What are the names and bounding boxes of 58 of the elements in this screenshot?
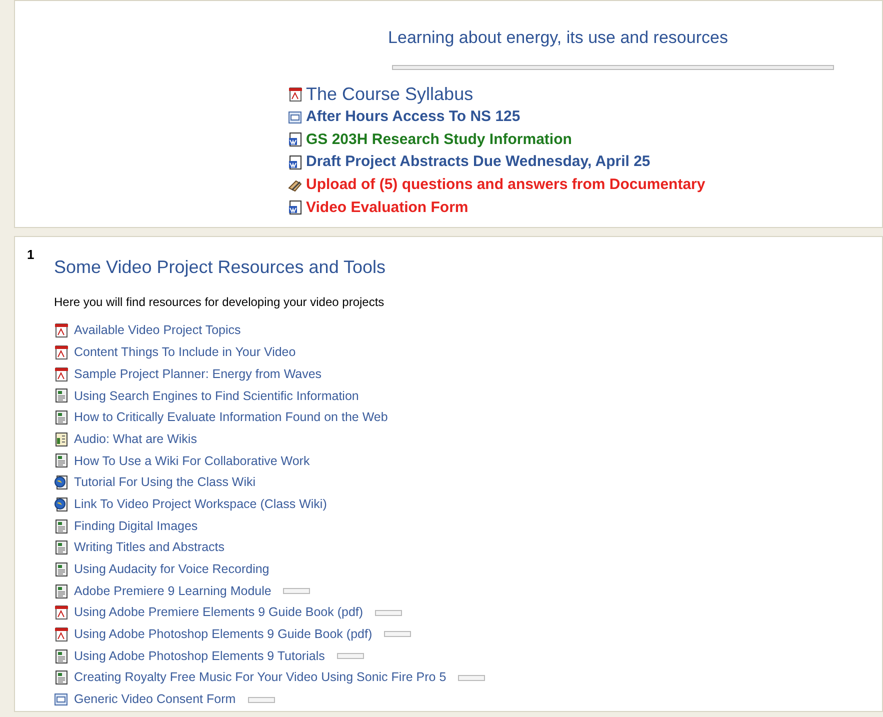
resource-link[interactable]: Using Adobe Photoshop Elements 9 Tutorials	[74, 646, 325, 666]
page-icon	[54, 518, 69, 534]
word-document-icon	[288, 132, 303, 148]
pdf-icon	[54, 345, 69, 360]
page-icon	[54, 670, 69, 686]
document-icon	[54, 692, 69, 708]
page-icon	[54, 648, 69, 664]
section-number: 1	[27, 246, 36, 264]
blank-tag	[336, 653, 364, 660]
resource-link[interactable]: GS 203H Research Study Information	[306, 128, 572, 152]
resource-link[interactable]: Generic Video Consent Form	[74, 690, 236, 709]
resource-link[interactable]: Writing Titles and Abstracts	[74, 538, 225, 558]
resource-link[interactable]: After Hours Access To NS 125	[306, 106, 520, 129]
globe-page-icon	[54, 496, 69, 512]
page-icon	[54, 410, 69, 426]
pdf-icon	[54, 626, 69, 642]
resource-link[interactable]: Using Audacity for Voice Recording	[74, 560, 270, 579]
pdf-icon	[54, 605, 69, 620]
resource-link[interactable]: Tutorial For Using the Class Wiki	[74, 473, 256, 492]
hand-pencil-icon	[288, 178, 303, 193]
page-icon	[54, 562, 69, 577]
resource-link[interactable]: Upload of (5) questions and answers from Documentary	[306, 174, 706, 196]
blank-tag	[458, 674, 486, 681]
blank-tag	[375, 610, 402, 616]
resource-link[interactable]: Available Video Project Topics	[74, 321, 241, 340]
audio-page-icon	[54, 432, 69, 447]
resource-link[interactable]: Creating Royalty Free Music For Your Video Using Sonic Fire Pro 5	[74, 668, 446, 688]
resource-link[interactable]: Adobe Premiere 9 Learning Module	[74, 582, 272, 600]
resource-link[interactable]: Finding Digital Images	[74, 516, 198, 536]
resource-link[interactable]: How to Critically Evaluate Information Found on the Web	[74, 408, 388, 427]
resource-link[interactable]: Using Adobe Photoshop Elements 9 Guide Book (pdf)	[74, 625, 372, 644]
resource-link[interactable]: Draft Project Abstracts Due Wednesday, April 25	[306, 151, 650, 174]
resource-link[interactable]: Sample Project Planner: Energy from Waves	[74, 364, 322, 384]
pdf-icon	[54, 366, 69, 382]
pdf-icon	[288, 87, 303, 102]
resource-link[interactable]: Link To Video Project Workspace (Class Wiki)	[74, 494, 327, 514]
section-title: Some Video Project Resources and Tools	[54, 256, 387, 279]
page-icon	[54, 540, 69, 556]
globe-page-icon	[54, 475, 69, 490]
document-icon	[288, 110, 303, 125]
page-icon	[54, 584, 69, 599]
blank-tag	[384, 631, 412, 638]
blank-tag	[248, 696, 275, 703]
word-document-icon	[288, 155, 303, 170]
resource-link[interactable]: How To Use a Wiki For Collaborative Work	[74, 452, 310, 470]
page-icon	[54, 453, 69, 468]
course-title: Learning about energy, its use and resources	[387, 27, 729, 49]
page-icon	[54, 388, 69, 404]
resource-link[interactable]: Using Search Engines to Find Scientific Information	[74, 386, 359, 406]
resource-link[interactable]: Using Adobe Premiere Elements 9 Guide Book (pdf)	[74, 603, 364, 622]
pdf-icon	[54, 323, 69, 338]
resource-link[interactable]: Audio: What are Wikis	[74, 430, 197, 449]
resource-link[interactable]: The Course Syllabus	[306, 81, 474, 108]
resource-link[interactable]: Video Evaluation Form	[306, 196, 468, 220]
section-description: Here you will find resources for developing your video projects	[54, 294, 386, 311]
blank-tag	[283, 588, 310, 594]
word-document-icon	[288, 200, 303, 216]
resource-link[interactable]: Content Things To Include in Your Video	[74, 343, 296, 362]
